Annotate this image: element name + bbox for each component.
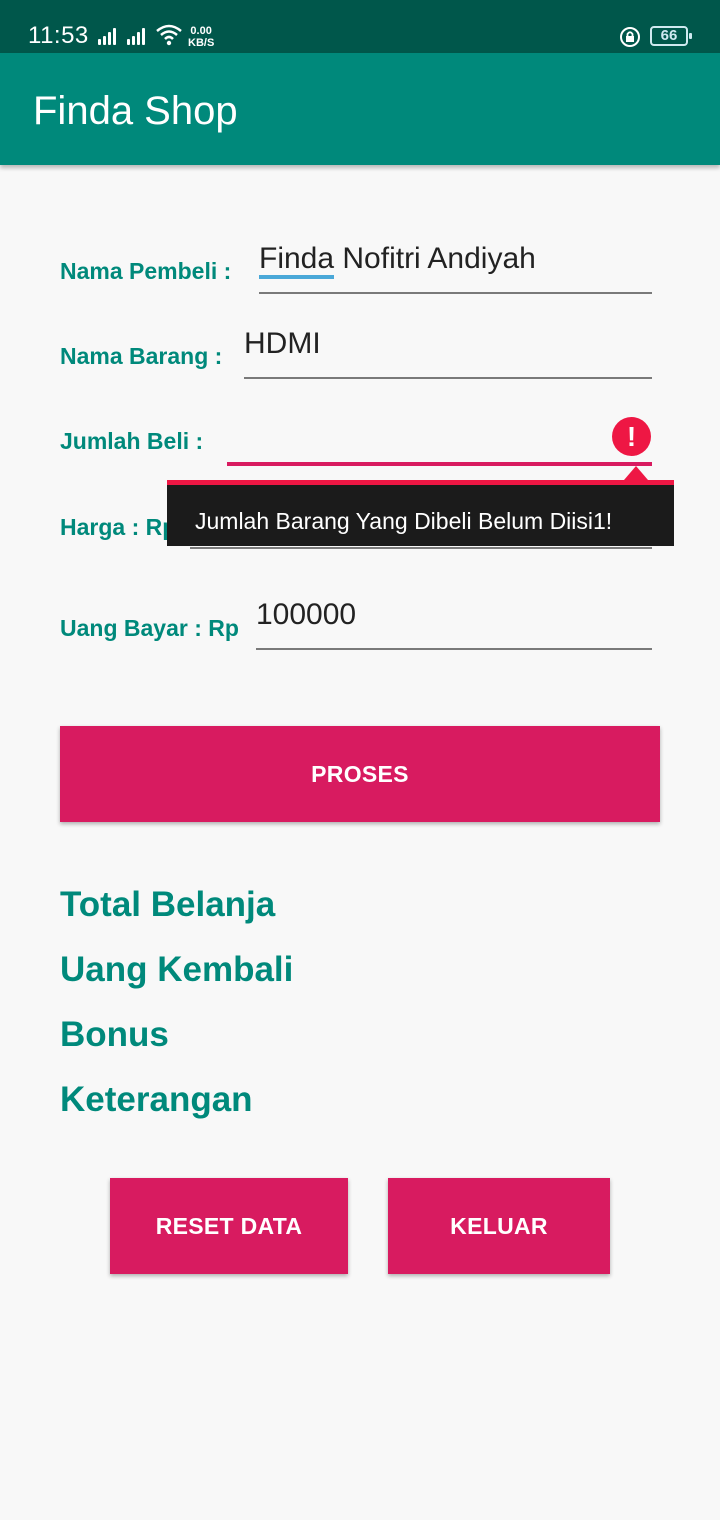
proses-button[interactable]: PROSES <box>60 726 660 822</box>
jumlah-beli-label: Jumlah Beli : <box>60 428 204 454</box>
nama-barang-label: Nama Barang : <box>60 343 223 369</box>
reset-data-button[interactable]: RESET DATA <box>110 1178 348 1274</box>
keluar-button[interactable]: KELUAR <box>388 1178 610 1274</box>
nama-pembeli-input[interactable]: Finda Nofitri Andiyah <box>259 238 652 294</box>
nama-barang-input[interactable]: HDMI <box>244 323 652 379</box>
net-speed-value: 0.00 <box>190 25 212 37</box>
error-popup-arrow <box>624 466 648 480</box>
net-speed-unit: KB/S <box>188 37 215 49</box>
signal-icon <box>98 27 120 45</box>
error-icon: ! <box>612 417 651 456</box>
net-speed: 0.00 KB/S <box>188 25 214 49</box>
nama-pembeli-value-first: Finda <box>259 242 335 279</box>
keterangan-text: Keterangan <box>60 1080 253 1119</box>
jumlah-beli-input[interactable] <box>227 408 652 466</box>
bonus-text: Bonus <box>60 1015 169 1054</box>
status-time: 11:53 <box>28 22 89 49</box>
uang-bayar-input[interactable]: 100000 <box>256 594 652 650</box>
status-bar: 11:53 0.00 KB/S 66 <box>0 0 720 53</box>
uang-bayar-label: Uang Bayar : Rp <box>60 615 239 641</box>
nama-pembeli-label: Nama Pembeli : <box>60 258 232 284</box>
harga-label: Harga : Rp <box>60 514 177 540</box>
total-belanja-text: Total Belanja <box>60 885 276 924</box>
signal-icon <box>127 27 149 45</box>
app-title: Finda Shop <box>33 89 238 133</box>
error-popup: Jumlah Barang Yang Dibeli Belum Diisi1! <box>167 480 674 546</box>
rotation-lock-icon <box>620 27 640 47</box>
uang-kembali-text: Uang Kembali <box>60 950 294 989</box>
app-bar: Finda Shop <box>0 53 720 165</box>
nama-pembeli-value-rest: Nofitri Andiyah <box>334 242 536 275</box>
wifi-icon <box>156 24 182 46</box>
battery-icon: 66 <box>650 26 692 46</box>
